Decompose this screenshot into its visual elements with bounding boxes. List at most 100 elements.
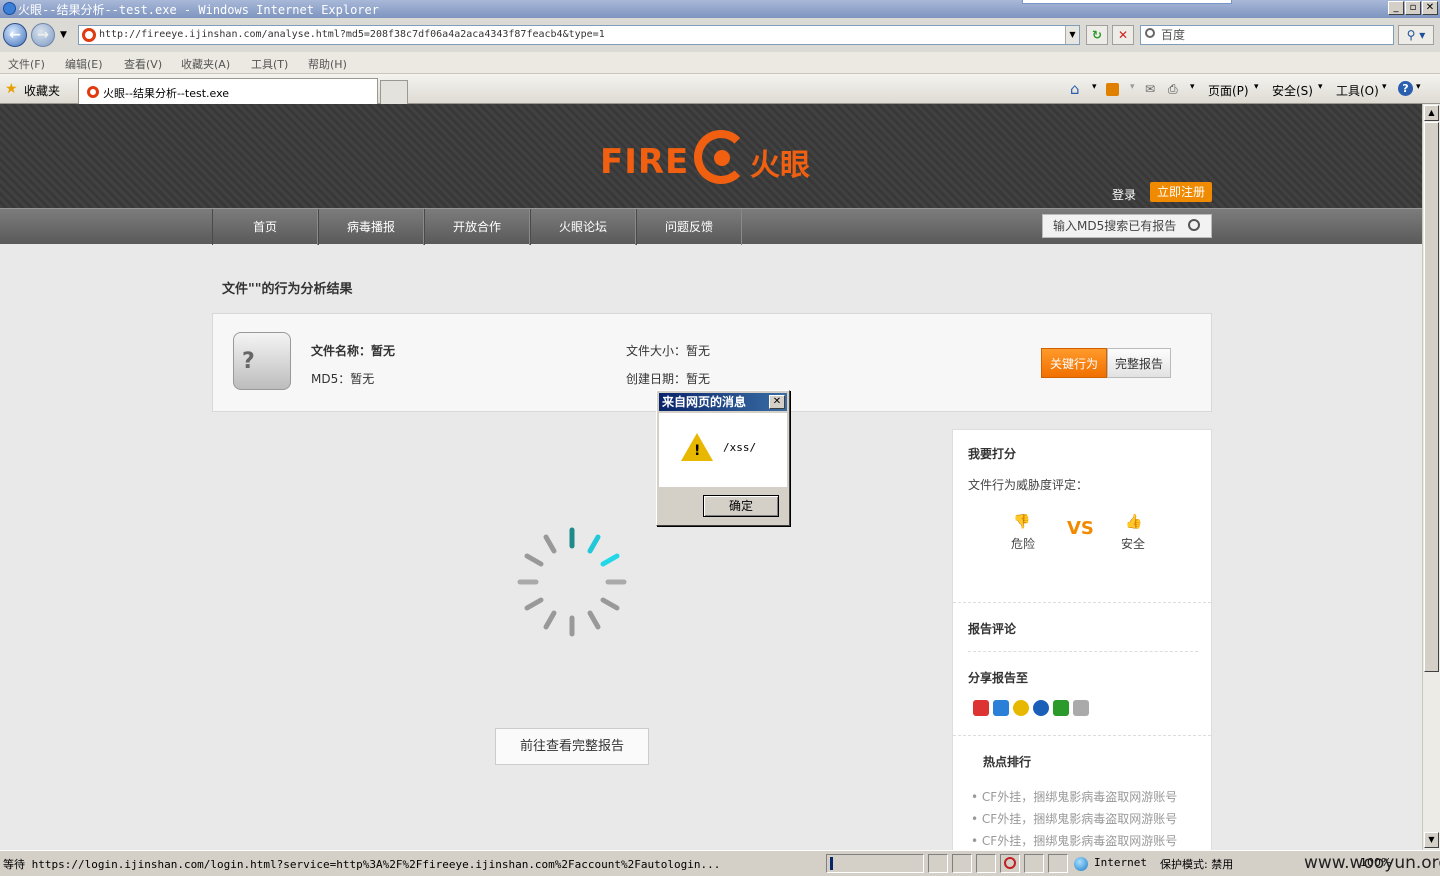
dialog-title[interactable]: 来自网页的消息 xyxy=(659,393,787,411)
logo-eye-pupil xyxy=(714,150,730,166)
login-link[interactable]: 登录 xyxy=(1112,186,1136,203)
stop-button[interactable]: ✕ xyxy=(1112,25,1134,45)
url-dropdown-icon[interactable]: ▼ xyxy=(1065,26,1079,44)
safety-menu[interactable]: 安全(S) xyxy=(1272,82,1313,99)
progress-bar xyxy=(830,857,833,870)
search-icon: ⚲ ▾ xyxy=(1406,28,1426,42)
menu-file[interactable]: 文件(F) xyxy=(8,56,45,72)
history-dropdown-icon[interactable]: ▼ xyxy=(60,30,67,40)
file-created: 创建日期：暂无 xyxy=(626,372,711,386)
help-icon[interactable]: ? xyxy=(1398,81,1413,96)
dialog-body: ! /xss/ xyxy=(659,413,787,487)
nav-cooperation[interactable]: 开放合作 xyxy=(424,209,530,245)
popup-blocked-icon[interactable] xyxy=(1000,854,1020,873)
print-icon[interactable]: ⎙ xyxy=(1168,82,1178,97)
divider xyxy=(953,735,1211,736)
protected-mode[interactable]: 保护模式: 禁用 xyxy=(1160,856,1233,872)
tab-favicon-icon xyxy=(87,86,99,98)
share-qzone-icon[interactable] xyxy=(1013,700,1029,716)
help-dropdown-icon[interactable]: ▾ xyxy=(1416,82,1421,92)
search-icon[interactable] xyxy=(1188,219,1200,231)
unknown-file-icon: ? xyxy=(233,332,291,390)
share-qqweibo-icon[interactable] xyxy=(993,700,1009,716)
menu-view[interactable]: 查看(V) xyxy=(124,56,162,72)
search-input[interactable]: 百度 xyxy=(1140,25,1394,45)
tools-menu[interactable]: 工具(O) xyxy=(1336,82,1379,99)
back-button[interactable]: ← xyxy=(3,23,27,47)
nav-home[interactable]: 首页 xyxy=(212,209,318,245)
address-toolbar: ← → ▼ http://fireeye.ijinshan.com/analys… xyxy=(0,18,1440,52)
nav-virus-news[interactable]: 病毒播报 xyxy=(318,209,424,245)
favorites-button[interactable]: 收藏夹 xyxy=(24,82,60,99)
page-dropdown-icon[interactable]: ▾ xyxy=(1254,82,1259,92)
site-nav: 首页 病毒播报 开放合作 火眼论坛 问题反馈 输入MD5搜索已有报告 xyxy=(0,208,1422,245)
menu-tools[interactable]: 工具(T) xyxy=(251,56,288,72)
register-button[interactable]: 立即注册 xyxy=(1150,182,1212,202)
share-weibo-icon[interactable] xyxy=(973,700,989,716)
status-text: 等待 https://login.ijinshan.com/login.html… xyxy=(3,858,721,871)
nav-feedback[interactable]: 问题反馈 xyxy=(636,209,742,245)
page-title: 文件""的行为分析结果 xyxy=(222,282,353,297)
goto-full-report-button[interactable]: 前往查看完整报告 xyxy=(495,728,649,765)
hot-item-label: CF外挂，捆绑鬼影病毒盗取网游账号 xyxy=(981,834,1178,848)
file-md5: MD5：暂无 xyxy=(311,372,375,386)
md5-search-input[interactable]: 输入MD5搜索已有报告 xyxy=(1042,214,1212,238)
hot-item[interactable]: • CF外挂，捆绑鬼影病毒盗取网游账号 xyxy=(971,832,1177,849)
close-window-button[interactable]: ✕ xyxy=(1422,1,1438,15)
share-more-icon[interactable] xyxy=(1073,700,1089,716)
menu-favorites[interactable]: 收藏夹(A) xyxy=(181,56,230,72)
share-douban-icon[interactable] xyxy=(1053,700,1069,716)
security-zone[interactable]: Internet xyxy=(1094,856,1147,869)
scroll-up-button[interactable]: ▲ xyxy=(1424,105,1439,121)
key-behavior-tab[interactable]: 关键行为 xyxy=(1041,348,1107,378)
forward-button[interactable]: → xyxy=(31,23,55,47)
browser-tab[interactable]: 火眼--结果分析--test.exe xyxy=(78,78,378,104)
thumbs-up-icon[interactable]: 👍 xyxy=(1125,514,1142,530)
search-button[interactable]: ⚲ ▾ xyxy=(1398,25,1434,45)
dialog-ok-button[interactable]: 确定 xyxy=(703,495,779,517)
window-title: 火眼--结果分析--test.exe - Windows Internet Ex… xyxy=(18,3,379,17)
sidebar-panel: 我要打分 文件行为威胁度评定： 👎 危险 VS 👍 安全 报告评论 分享报告至 … xyxy=(952,429,1212,850)
rate-description: 文件行为威胁度评定： xyxy=(968,478,1089,492)
page-menu[interactable]: 页面(P) xyxy=(1208,82,1249,99)
search-field-icon xyxy=(1145,28,1155,38)
tools-dropdown-icon[interactable]: ▾ xyxy=(1382,82,1387,92)
vertical-scrollbar[interactable]: ▲ ▼ xyxy=(1422,104,1440,850)
internet-zone-icon xyxy=(1074,857,1088,871)
refresh-button[interactable]: ↻ xyxy=(1086,25,1108,45)
tab-title: 火眼--结果分析--test.exe xyxy=(103,87,230,100)
watermark: www.wooyun.org xyxy=(1304,853,1440,873)
hot-item[interactable]: • CF外挂，捆绑鬼影病毒盗取网游账号 xyxy=(971,788,1177,805)
menu-help[interactable]: 帮助(H) xyxy=(308,56,347,72)
full-report-tab[interactable]: 完整报告 xyxy=(1107,348,1171,378)
scroll-down-button[interactable]: ▼ xyxy=(1424,832,1439,848)
status-cell xyxy=(952,854,972,873)
vs-label: VS xyxy=(1067,518,1094,539)
home-icon[interactable]: ⌂ xyxy=(1070,80,1080,98)
scroll-thumb[interactable] xyxy=(1424,122,1439,672)
rss-dropdown-icon[interactable]: ▾ xyxy=(1130,82,1135,92)
restore-button[interactable]: ▫ xyxy=(1405,1,1421,15)
new-tab-button[interactable] xyxy=(380,80,408,104)
thumbs-down-icon[interactable]: 👎 xyxy=(1013,514,1030,530)
danger-label[interactable]: 危险 xyxy=(1011,535,1035,552)
rate-title: 我要打分 xyxy=(968,447,1017,461)
print-dropdown-icon[interactable]: ▾ xyxy=(1190,82,1195,92)
share-renren-icon[interactable] xyxy=(1033,700,1049,716)
mail-icon[interactable]: ✉ xyxy=(1145,82,1155,96)
blocked-icon xyxy=(1004,857,1016,869)
minimize-button[interactable]: _ xyxy=(1388,1,1404,15)
nav-forum[interactable]: 火眼论坛 xyxy=(530,209,636,245)
safe-label[interactable]: 安全 xyxy=(1121,535,1145,552)
hot-item[interactable]: • CF外挂，捆绑鬼影病毒盗取网游账号 xyxy=(971,810,1177,827)
favorites-star-icon[interactable]: ★ xyxy=(5,82,18,96)
status-cell xyxy=(1048,854,1068,873)
rss-icon[interactable] xyxy=(1106,83,1119,96)
home-dropdown-icon[interactable]: ▾ xyxy=(1092,82,1097,92)
menu-edit[interactable]: 编辑(E) xyxy=(65,56,103,72)
safety-dropdown-icon[interactable]: ▾ xyxy=(1318,82,1323,92)
url-input[interactable]: http://fireeye.ijinshan.com/analyse.html… xyxy=(78,25,1080,45)
status-cell xyxy=(928,854,948,873)
titlebar-search-edge xyxy=(1022,0,1232,4)
dialog-close-button[interactable]: ✕ xyxy=(769,395,785,409)
